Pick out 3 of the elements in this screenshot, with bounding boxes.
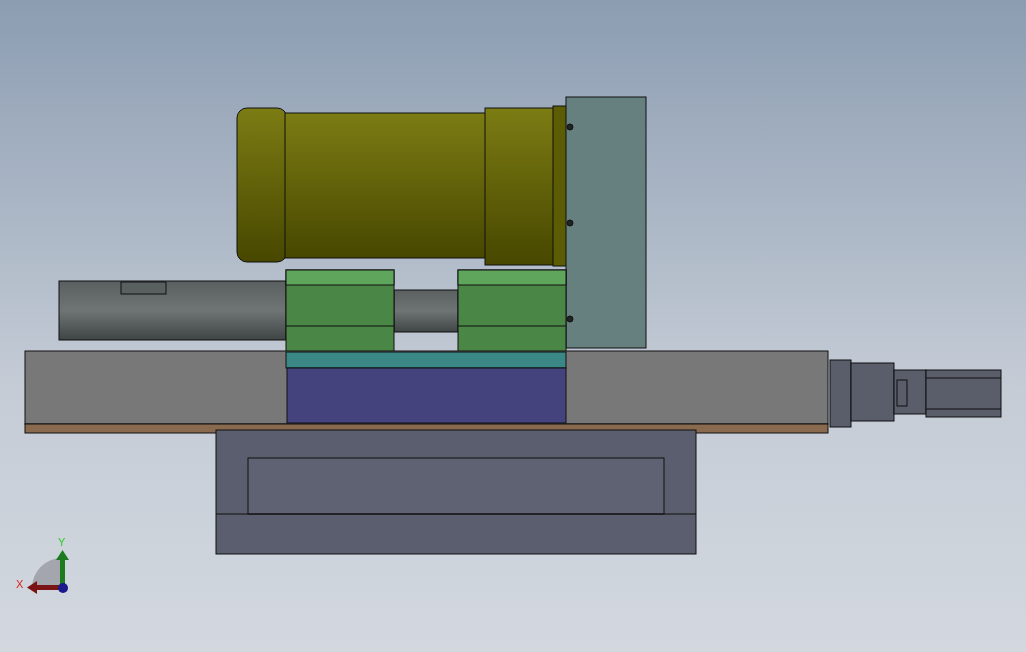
axis-triad-icon xyxy=(27,550,69,594)
x-axis-label: X xyxy=(16,578,24,590)
y-axis-label: Y xyxy=(58,536,66,548)
